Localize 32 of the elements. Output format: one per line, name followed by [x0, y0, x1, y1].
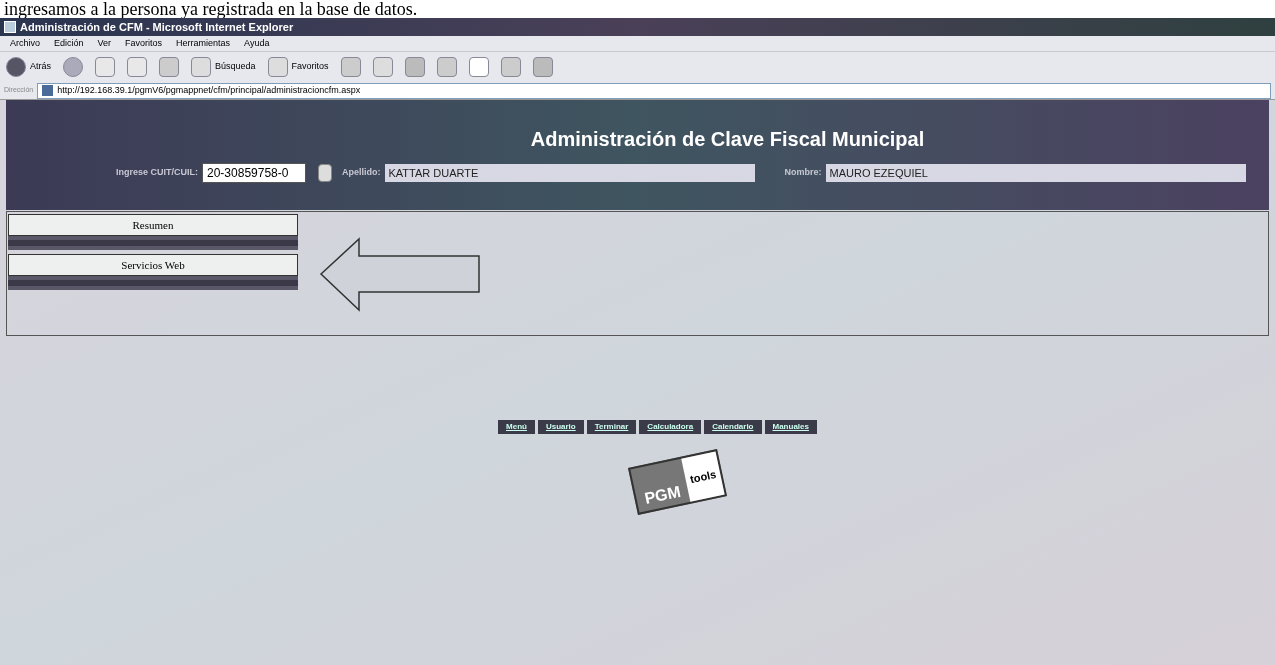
- cuit-input[interactable]: 20-30859758-0: [202, 163, 306, 183]
- field-label: Apellido:: [342, 166, 381, 180]
- field-label: Ingrese CUIT/CUIL:: [116, 166, 198, 180]
- menu-item[interactable]: Herramientas: [176, 36, 231, 51]
- menu-item[interactable]: Archivo: [10, 36, 40, 51]
- logo-text: PGM: [642, 481, 684, 509]
- page-title: Administración de Clave Fiscal Municipal: [530, 127, 925, 152]
- favorites-button[interactable]: Favoritos: [267, 55, 329, 79]
- window-title: Administración de CFM - Microsoft Internet Explorer: [20, 19, 294, 35]
- nav-link[interactable]: Calendario: [704, 420, 762, 434]
- nav-link[interactable]: Menú: [498, 420, 535, 434]
- address-field[interactable]: http://192.168.39.1/pgmV6/pgmappnet/cfm/principal/administracioncfm.aspx: [37, 82, 1271, 99]
- nav-link[interactable]: Usuario: [537, 420, 584, 434]
- url-text: http://192.168.39.1/pgmV6/pgmappnet/cfm/principal/administracioncfm.aspx: [57, 83, 361, 97]
- nav-link[interactable]: Terminar: [586, 420, 637, 434]
- nav-link[interactable]: Calculadora: [639, 420, 702, 434]
- page-icon: [4, 21, 16, 33]
- menu-item[interactable]: Favoritos: [125, 36, 163, 51]
- page-icon: [42, 85, 54, 96]
- side-menu-button[interactable]: Servicios Web: [8, 254, 298, 276]
- menu-item[interactable]: Edición: [54, 36, 84, 51]
- menu-item[interactable]: Ver: [97, 36, 112, 51]
- logo-text: tools: [681, 451, 725, 502]
- search-button[interactable]: Búsqueda: [191, 55, 256, 79]
- menu-item[interactable]: Ayuda: [244, 36, 270, 51]
- caption-text: ingresamos a la persona ya registrada en la base de datos.: [4, 0, 418, 18]
- readonly-field: KATTAR DUARTE: [384, 164, 755, 182]
- field-label: Nombre:: [784, 166, 822, 180]
- side-menu-button[interactable]: Resumen: [8, 214, 298, 236]
- back-button[interactable]: Atrás: [6, 55, 51, 79]
- nav-link[interactable]: Manuales: [764, 420, 817, 434]
- readonly-field: MAURO EZEQUIEL: [825, 164, 1246, 182]
